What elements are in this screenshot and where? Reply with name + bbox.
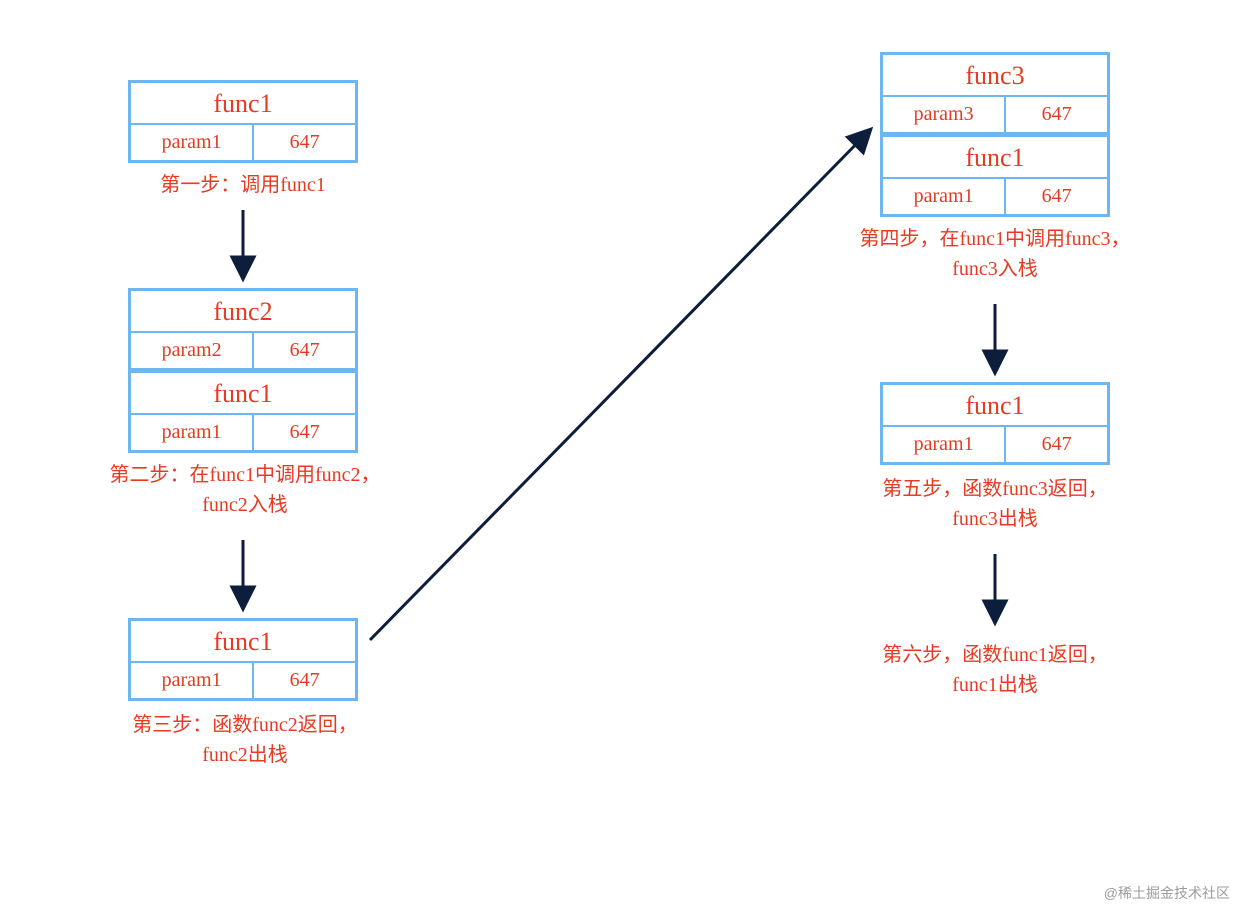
frame-value: 647 — [254, 333, 355, 368]
stack-step5: func1 param1 647 — [880, 382, 1110, 465]
frame-param: param1 — [883, 179, 1006, 214]
caption-step1: 第一步：调用func1 — [128, 170, 358, 200]
frame-name: func3 — [883, 55, 1107, 97]
frame-value: 647 — [1006, 179, 1107, 214]
caption-step6: 第六步，函数func1返回， func1出栈 — [825, 640, 1165, 700]
frame-value: 647 — [254, 125, 355, 160]
arrow-3-4 — [370, 130, 870, 640]
frame-param: param1 — [131, 663, 254, 698]
stack-step2: func2 param2 647 func1 param1 647 — [128, 288, 358, 453]
frame-name: func1 — [131, 621, 355, 663]
frame-name: func2 — [131, 291, 355, 333]
caption-step5: 第五步，函数func3返回， func3出栈 — [825, 474, 1165, 534]
frame-name: func1 — [131, 370, 355, 415]
stack-step3: func1 param1 647 — [128, 618, 358, 701]
frame-value: 647 — [254, 663, 355, 698]
watermark: @稀土掘金技术社区 — [1104, 883, 1230, 903]
stack-step1: func1 param1 647 — [128, 80, 358, 163]
frame-value: 647 — [1006, 427, 1107, 462]
frame-name: func1 — [131, 83, 355, 125]
frame-param: param1 — [883, 427, 1006, 462]
frame-name: func1 — [883, 134, 1107, 179]
caption-step4: 第四步，在func1中调用func3， func3入栈 — [825, 224, 1165, 284]
frame-value: 647 — [254, 415, 355, 450]
frame-param: param2 — [131, 333, 254, 368]
caption-step2: 第二步：在func1中调用func2， func2入栈 — [75, 460, 415, 520]
frame-param: param1 — [131, 415, 254, 450]
caption-step3: 第三步：函数func2返回， func2出栈 — [75, 710, 415, 770]
frame-value: 647 — [1006, 97, 1107, 132]
frame-param: param1 — [131, 125, 254, 160]
frame-name: func1 — [883, 385, 1107, 427]
stack-step4: func3 param3 647 func1 param1 647 — [880, 52, 1110, 217]
frame-param: param3 — [883, 97, 1006, 132]
